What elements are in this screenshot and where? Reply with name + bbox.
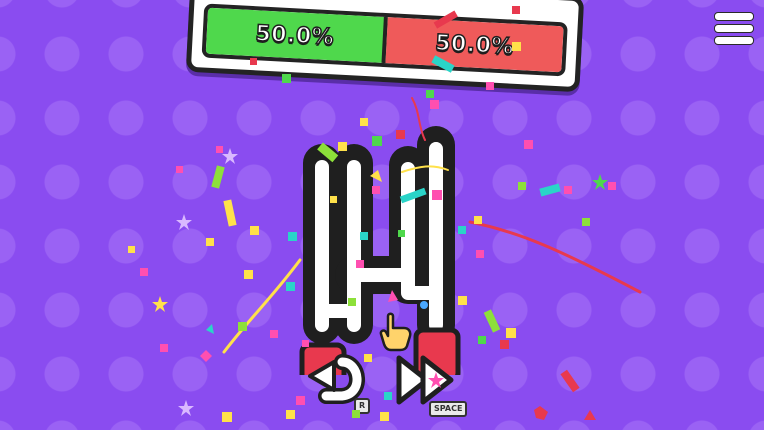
confetti-streamers xyxy=(222,97,642,354)
game-stage: 50.0% 50.0% R SPACE xyxy=(0,0,764,430)
confetti-layer xyxy=(128,6,642,422)
confetti-pieces xyxy=(128,6,616,422)
